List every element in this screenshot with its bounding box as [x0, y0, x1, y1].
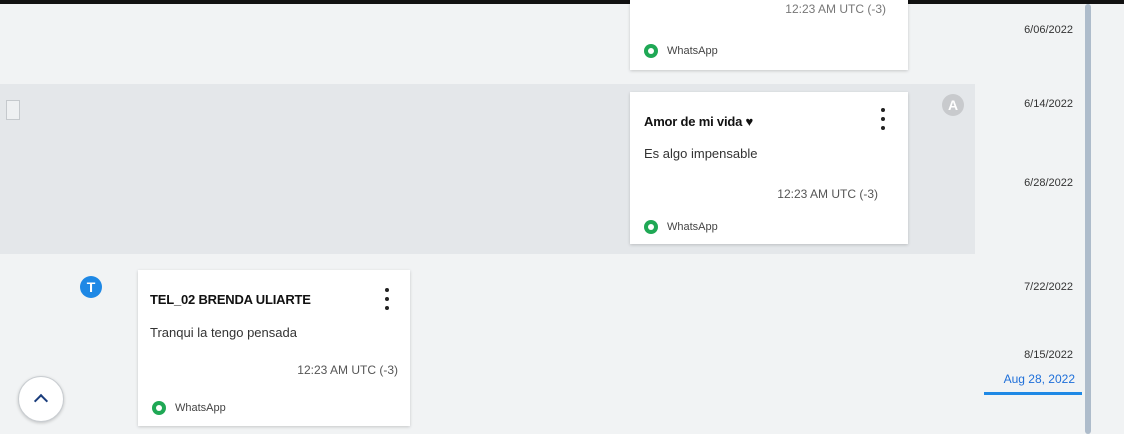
message-source: WhatsApp [644, 44, 718, 58]
selection-checkbox[interactable] [6, 100, 20, 120]
message-sender: TEL_02 BRENDA ULIARTE [150, 292, 311, 307]
timeline-date[interactable]: 7/22/2022 [983, 281, 1073, 293]
message-card[interactable]: TEL_02 BRENDA ULIARTE Tranqui la tengo p… [138, 270, 410, 426]
timeline-date[interactable]: 8/15/2022 [983, 349, 1073, 361]
message-source: WhatsApp [152, 401, 226, 415]
source-label: WhatsApp [667, 45, 718, 57]
source-label: WhatsApp [667, 221, 718, 233]
message-text: Es algo impensable [644, 146, 758, 161]
message-card[interactable]: Amor de mi vida ♥ Es algo impensable 12:… [630, 92, 908, 244]
timeline-current-date[interactable]: Aug 28, 2022 [975, 372, 1075, 386]
timeline-date[interactable]: 6/28/2022 [983, 177, 1073, 189]
scroll-up-button[interactable] [18, 376, 64, 422]
avatar: T [80, 276, 102, 298]
timeline-date[interactable]: 6/06/2022 [983, 24, 1073, 36]
message-sender: Amor de mi vida ♥ [644, 114, 754, 129]
whatsapp-icon [644, 220, 658, 234]
message-timestamp: 12:23 AM UTC (-3) [777, 187, 878, 201]
message-source: WhatsApp [644, 220, 718, 234]
more-vertical-icon[interactable] [382, 288, 392, 310]
timeline-current-indicator [984, 392, 1082, 395]
whatsapp-icon [644, 44, 658, 58]
message-text: Tranqui la tengo pensada [150, 325, 297, 340]
avatar: A [942, 94, 964, 116]
more-vertical-icon[interactable] [878, 108, 888, 130]
message-timestamp: 12:23 AM UTC (-3) [297, 363, 398, 377]
source-label: WhatsApp [175, 402, 226, 414]
message-card[interactable]: 12:23 AM UTC (-3) WhatsApp [630, 0, 908, 70]
timeline-scrollbar[interactable] [1085, 4, 1091, 434]
chevron-up-icon [33, 393, 49, 409]
message-timestamp: 12:23 AM UTC (-3) [785, 2, 886, 16]
top-border [0, 0, 1124, 4]
timeline-date[interactable]: 6/14/2022 [983, 98, 1073, 110]
whatsapp-icon [152, 401, 166, 415]
